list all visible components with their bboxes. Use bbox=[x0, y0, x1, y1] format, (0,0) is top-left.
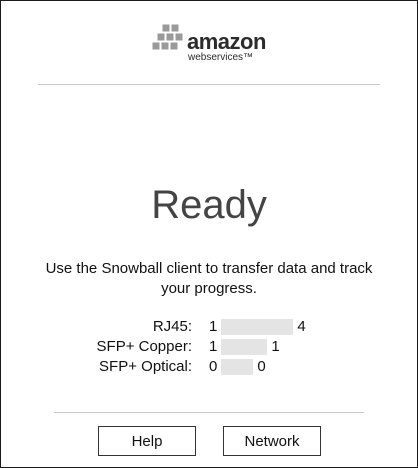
port-value-start: 0 bbox=[209, 358, 218, 375]
help-button[interactable]: Help bbox=[98, 426, 196, 456]
port-value-end: 4 bbox=[297, 318, 306, 335]
port-row-sfp-copper: SFP+ Copper: 11 bbox=[1, 337, 417, 357]
port-list: RJ45: 14 SFP+ Copper: 11 SFP+ Optical: 0… bbox=[1, 317, 417, 377]
redacted-block bbox=[221, 319, 294, 336]
port-label: SFP+ Optical: bbox=[99, 358, 192, 375]
redacted-block bbox=[221, 339, 268, 356]
status-title: Ready bbox=[151, 183, 267, 227]
port-value-end: 0 bbox=[257, 358, 266, 375]
port-value-end: 1 bbox=[271, 338, 280, 355]
port-value: 14 bbox=[209, 317, 306, 337]
port-value: 11 bbox=[209, 337, 280, 357]
aws-logo: amazon webservices™ bbox=[151, 19, 291, 67]
snowball-ready-panel: amazon webservices™ Ready Use the Snowba… bbox=[0, 0, 418, 468]
logo-amazon-text: amazon bbox=[187, 29, 266, 54]
port-row-rj45: RJ45: 14 bbox=[1, 317, 417, 337]
port-value-start: 1 bbox=[209, 338, 218, 355]
top-divider bbox=[38, 84, 380, 85]
redacted-block bbox=[221, 359, 254, 376]
port-label: SFP+ Copper: bbox=[96, 338, 192, 355]
port-label: RJ45: bbox=[152, 318, 192, 335]
port-value-start: 1 bbox=[209, 318, 218, 335]
instruction-message: Use the Snowball client to transfer data… bbox=[45, 260, 373, 297]
aws-cubes-icon bbox=[151, 23, 184, 51]
port-value: 00 bbox=[209, 357, 266, 377]
logo-webservices-text: webservices™ bbox=[188, 52, 254, 63]
network-button[interactable]: Network bbox=[223, 426, 321, 456]
bottom-divider bbox=[54, 412, 364, 413]
port-row-sfp-optical: SFP+ Optical: 00 bbox=[1, 357, 417, 377]
